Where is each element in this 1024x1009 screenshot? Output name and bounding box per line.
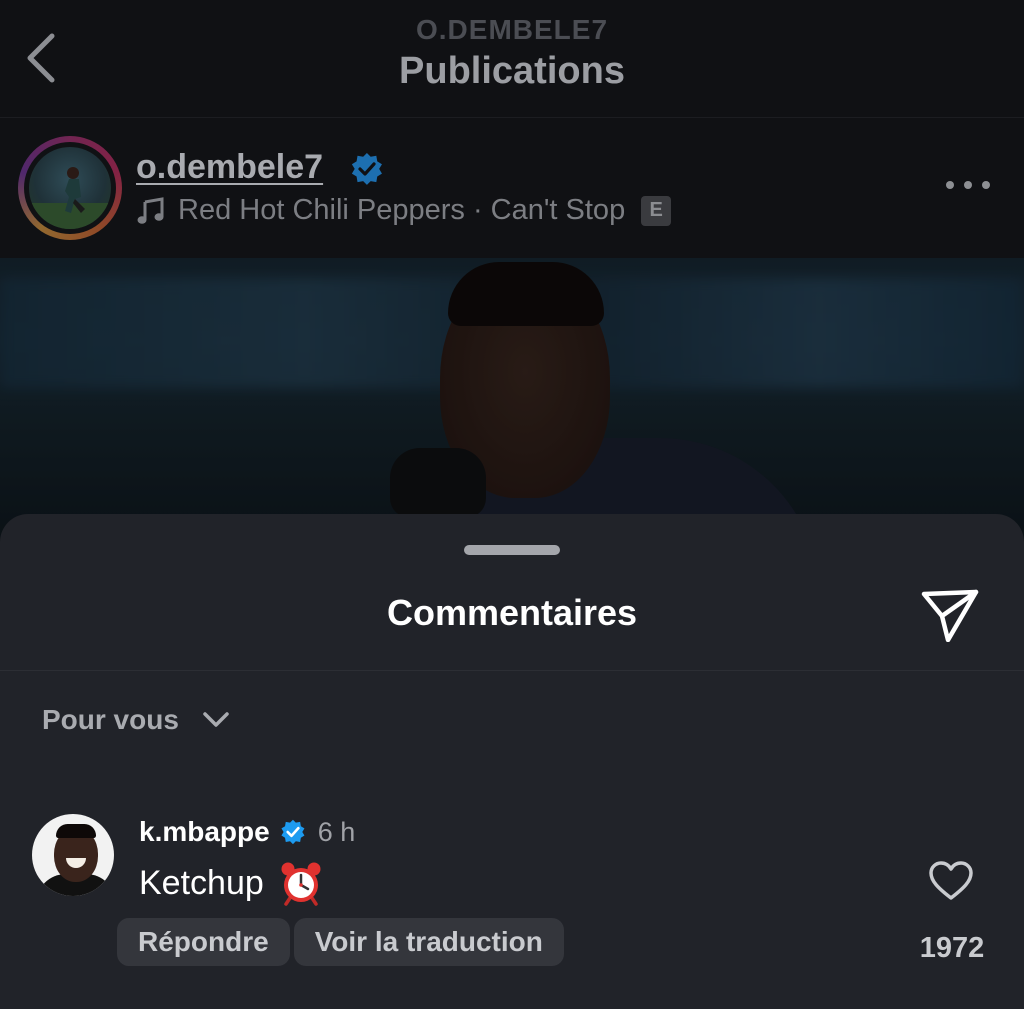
sort-filter-label: Pour vous bbox=[42, 704, 179, 735]
top-header: O.DEMBELE7 Publications bbox=[0, 0, 1024, 118]
music-note-icon bbox=[137, 196, 164, 224]
drag-handle[interactable] bbox=[464, 545, 560, 555]
avatar-hair bbox=[56, 824, 96, 838]
profile-handle-caption: O.DEMBELE7 bbox=[415, 14, 609, 45]
page-title: Publications bbox=[399, 50, 625, 92]
audio-track[interactable]: Red Hot Chili Peppers · Can't Stop E bbox=[136, 194, 672, 227]
dot bbox=[946, 181, 954, 189]
audio-track-label: Red Hot Chili Peppers · Can't Stop bbox=[178, 194, 626, 226]
dot bbox=[982, 181, 990, 189]
comment-header: k.mbappe 6 h bbox=[139, 816, 355, 848]
explicit-badge: E bbox=[641, 195, 672, 226]
heart-icon[interactable] bbox=[928, 860, 974, 902]
dot bbox=[964, 181, 972, 189]
see-translation-button[interactable]: Voir la traduction bbox=[293, 918, 564, 966]
paper-plane-icon[interactable] bbox=[918, 584, 982, 642]
comment-actions: Répondre Voir la traduction bbox=[117, 918, 564, 966]
verified-badge-icon bbox=[351, 152, 382, 185]
avatar-photo-icon bbox=[29, 167, 111, 229]
chevron-down-icon bbox=[203, 712, 229, 727]
sheet-title: Commentaires bbox=[386, 592, 638, 633]
comment-text: Ketchup bbox=[139, 863, 264, 902]
author-username[interactable]: o.dembele7 bbox=[136, 148, 323, 187]
like-count: 1972 bbox=[919, 932, 985, 964]
alarm-clock-icon bbox=[281, 862, 321, 906]
commenter-username[interactable]: k.mbappe bbox=[139, 816, 270, 848]
post-photo[interactable] bbox=[0, 258, 1024, 538]
image-overlay bbox=[0, 258, 1024, 538]
post-header: o.dembele7 Red Hot Chili Peppers · Can't… bbox=[0, 118, 1024, 258]
more-options-icon[interactable] bbox=[946, 172, 990, 198]
reply-button[interactable]: Répondre bbox=[117, 918, 290, 966]
verified-badge-icon bbox=[281, 819, 305, 845]
comment-item: k.mbappe 6 h Ketchup Répondre Voir la tr… bbox=[0, 804, 1024, 984]
comment-timestamp: 6 h bbox=[317, 816, 356, 847]
comment-body: Ketchup bbox=[139, 860, 324, 906]
commenter-avatar[interactable] bbox=[32, 814, 114, 896]
author-avatar[interactable] bbox=[29, 147, 111, 229]
comments-sheet: Commentaires Pour vous k.mbappe 6 h Ketc… bbox=[0, 514, 1024, 1009]
sheet-divider bbox=[0, 670, 1024, 671]
sort-filter-dropdown[interactable]: Pour vous bbox=[42, 704, 231, 736]
